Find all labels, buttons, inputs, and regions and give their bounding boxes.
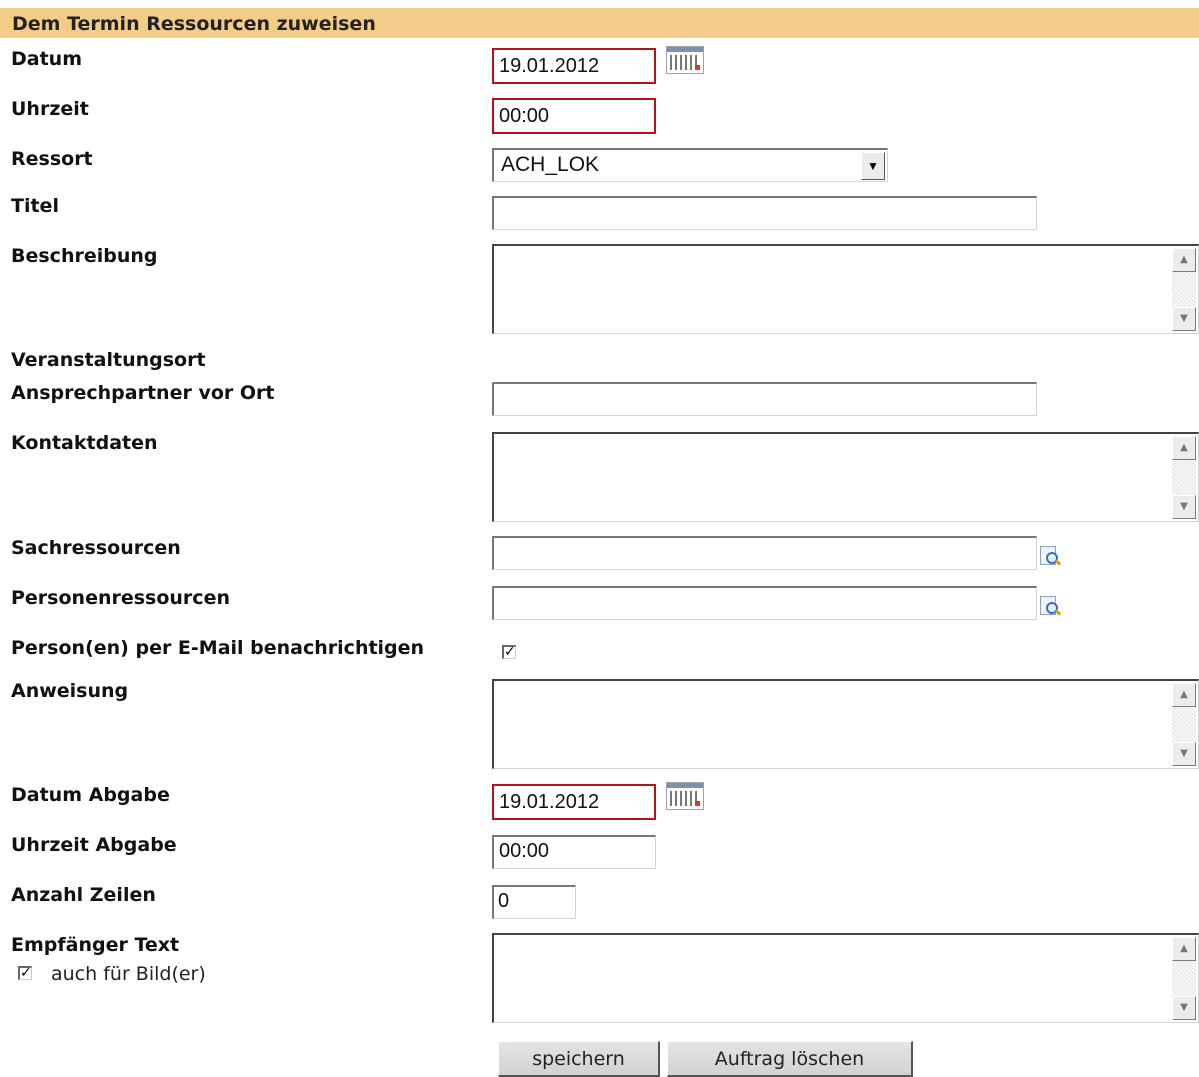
ressort-select[interactable]: ACH_LOK ▼ bbox=[492, 148, 888, 182]
speichern-button[interactable]: speichern bbox=[498, 1041, 660, 1077]
scroll-down-arrow[interactable]: ▼ bbox=[1172, 742, 1196, 766]
scrollbar[interactable]: ▲ ▼ bbox=[1172, 248, 1196, 331]
label-veranstaltungsort: Veranstaltungsort bbox=[11, 349, 206, 371]
scrollbar[interactable]: ▲ ▼ bbox=[1172, 683, 1196, 766]
form-title: Dem Termin Ressourcen zuweisen bbox=[0, 8, 1199, 38]
scrollbar[interactable]: ▲ ▼ bbox=[1172, 937, 1196, 1020]
scroll-down-arrow[interactable]: ▼ bbox=[1172, 495, 1196, 519]
scroll-up-arrow[interactable]: ▲ bbox=[1172, 937, 1196, 961]
label-email-benachrichtigen: Person(en) per E-Mail benachrichtigen bbox=[11, 637, 425, 659]
label-ansprechpartner: Ansprechpartner vor Ort bbox=[11, 382, 275, 404]
lookup-icon[interactable] bbox=[1038, 594, 1062, 616]
uhrzeit-input[interactable]: 00:00 bbox=[492, 98, 656, 134]
label-titel: Titel bbox=[11, 195, 59, 217]
calendar-icon[interactable] bbox=[666, 46, 704, 74]
label-personenressourcen: Personenressourcen bbox=[11, 587, 230, 609]
label-beschreibung: Beschreibung bbox=[11, 245, 158, 267]
label-anweisung: Anweisung bbox=[11, 680, 129, 702]
scroll-up-arrow[interactable]: ▲ bbox=[1172, 436, 1196, 460]
auch-fuer-bilder-label: auch für Bild(er) bbox=[51, 963, 206, 985]
scroll-up-arrow[interactable]: ▲ bbox=[1172, 683, 1196, 707]
label-datum: Datum bbox=[11, 48, 82, 70]
personenressourcen-input[interactable] bbox=[492, 586, 1037, 620]
uhrzeit-abgabe-input[interactable]: 00:00 bbox=[492, 835, 656, 869]
scroll-down-arrow[interactable]: ▼ bbox=[1172, 996, 1196, 1020]
datum-input[interactable]: 19.01.2012 bbox=[492, 48, 656, 84]
label-uhrzeit: Uhrzeit bbox=[11, 98, 89, 120]
email-benachrichtigen-checkbox[interactable]: ✓ bbox=[502, 645, 516, 659]
kontaktdaten-textarea[interactable]: ▲ ▼ bbox=[492, 432, 1199, 522]
label-ressort: Ressort bbox=[11, 148, 93, 170]
sachressourcen-input[interactable] bbox=[492, 536, 1037, 570]
scroll-up-arrow[interactable]: ▲ bbox=[1172, 248, 1196, 272]
label-kontaktdaten: Kontaktdaten bbox=[11, 432, 158, 454]
label-empfaenger-text: Empfänger Text bbox=[11, 934, 180, 956]
auch-fuer-bilder-checkbox[interactable]: ✓ bbox=[18, 966, 32, 980]
titel-input[interactable] bbox=[492, 196, 1037, 230]
scrollbar[interactable]: ▲ ▼ bbox=[1172, 436, 1196, 519]
calendar-icon[interactable] bbox=[666, 782, 704, 810]
anzahl-zeilen-input[interactable]: 0 bbox=[492, 885, 576, 919]
empfaenger-text-textarea[interactable]: ▲ ▼ bbox=[492, 933, 1199, 1023]
label-uhrzeit-abgabe: Uhrzeit Abgabe bbox=[11, 834, 177, 856]
ansprechpartner-input[interactable] bbox=[492, 382, 1037, 416]
lookup-icon[interactable] bbox=[1038, 544, 1062, 566]
label-anzahl-zeilen: Anzahl Zeilen bbox=[11, 884, 156, 906]
datum-abgabe-input[interactable]: 19.01.2012 bbox=[492, 784, 656, 820]
ressort-select-value: ACH_LOK bbox=[501, 153, 600, 176]
label-datum-abgabe: Datum Abgabe bbox=[11, 784, 170, 806]
anweisung-textarea[interactable]: ▲ ▼ bbox=[492, 679, 1199, 769]
label-sachressourcen: Sachressourcen bbox=[11, 537, 181, 559]
chevron-down-icon[interactable]: ▼ bbox=[861, 152, 885, 180]
scroll-down-arrow[interactable]: ▼ bbox=[1172, 307, 1196, 331]
beschreibung-textarea[interactable]: ▲ ▼ bbox=[492, 244, 1199, 334]
auftrag-loeschen-button[interactable]: Auftrag löschen bbox=[667, 1041, 913, 1077]
